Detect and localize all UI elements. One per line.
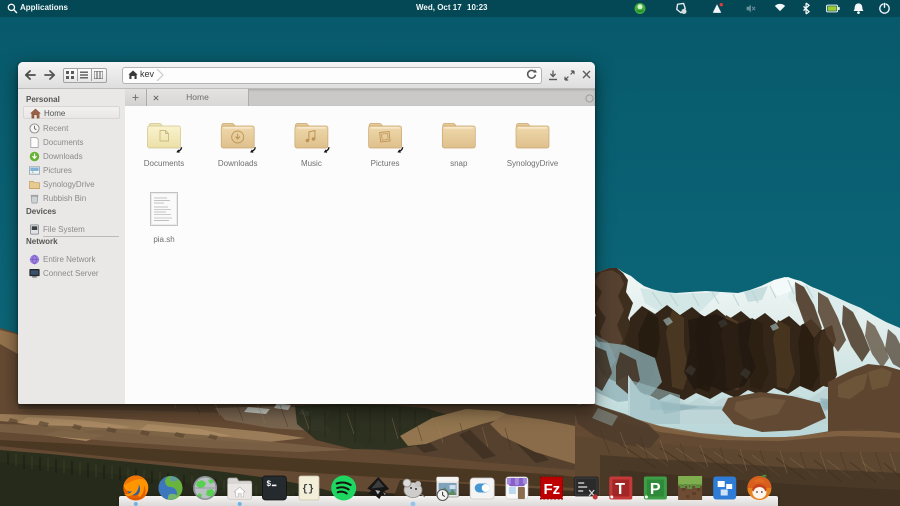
svg-text:Fz: Fz	[544, 481, 561, 498]
svg-text:T: T	[615, 481, 625, 498]
svg-text:{}: {}	[302, 484, 314, 496]
svg-text:$: $	[266, 480, 271, 489]
svg-text:P: P	[650, 481, 661, 498]
